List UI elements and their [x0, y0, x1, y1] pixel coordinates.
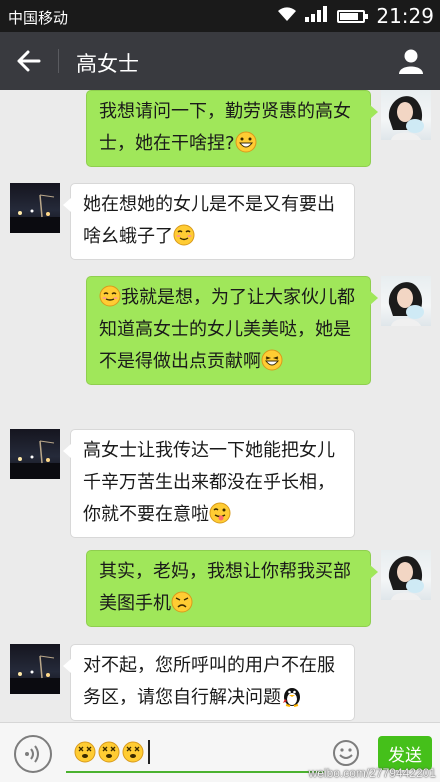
my-avatar[interactable] — [381, 276, 431, 326]
smiley-icon — [333, 740, 359, 766]
back-arrow-icon — [17, 50, 41, 72]
person-icon — [399, 49, 423, 74]
text-caret — [148, 740, 150, 764]
dizzy-emoji-icon — [98, 741, 120, 763]
voice-icon — [25, 745, 39, 763]
message-bubble-sent[interactable]: 其实，老妈，我想让你帮我买部美图手机 — [86, 550, 378, 627]
contact-info-button[interactable] — [390, 40, 432, 82]
smiling-emoji-icon — [99, 285, 121, 307]
signal-icon — [304, 6, 330, 26]
message-text: 其实，老妈，我想让你帮我买部美图手机 — [99, 561, 351, 614]
wifi-icon — [277, 6, 297, 26]
message-input[interactable] — [66, 733, 324, 773]
contact-avatar[interactable] — [10, 644, 60, 694]
emoji-picker-button[interactable] — [330, 737, 362, 769]
back-button[interactable] — [0, 32, 58, 90]
dizzy-emoji-icon — [74, 741, 96, 763]
sad-emoji-icon — [171, 591, 193, 613]
message-text: 她在想她的女儿是不是又有要出啥幺蛾子了 — [83, 194, 335, 247]
contact-avatar[interactable] — [10, 183, 60, 233]
chat-title: 高女士 — [76, 52, 139, 76]
message-text: 我想请问一下，勤劳贤惠的高女士，她在干啥捏? — [99, 101, 351, 154]
my-avatar[interactable] — [381, 550, 431, 600]
my-avatar[interactable] — [381, 90, 431, 140]
message-bubble-received[interactable]: 对不起，您所呼叫的用户不在服务区，请您自行解决问题 — [63, 644, 355, 721]
message-list[interactable]: 我想请问一下，勤劳贤惠的高女士，她在干啥捏? 她在想她的女儿是不是又有要出啥幺蛾… — [0, 90, 440, 722]
battery-level — [340, 12, 359, 20]
contact-avatar[interactable] — [10, 429, 60, 479]
laughing-emoji-icon — [261, 349, 283, 371]
status-icons: 21:29 — [277, 4, 434, 28]
dizzy-emoji-icon — [122, 741, 144, 763]
message-bubble-sent[interactable]: 我就是想，为了让大家伙儿都知道高女士的女儿美美哒，她是不是得做出点贡献啊 — [86, 276, 378, 385]
message-text: 我就是想，为了让大家伙儿都知道高女士的女儿美美哒，她是不是得做出点贡献啊 — [99, 287, 355, 372]
message-bubble-sent[interactable]: 我想请问一下，勤劳贤惠的高女士，她在干啥捏? — [86, 90, 378, 167]
message-bubble-received[interactable]: 高女士让我传达一下她能把女儿千辛万苦生出来都没在乎长相，你就不要在意啦 — [63, 429, 355, 538]
status-bar: 中国移动 21:29 — [0, 0, 440, 32]
battery-icon — [337, 9, 369, 23]
header-divider — [58, 49, 59, 73]
grinning-emoji-icon — [235, 131, 257, 153]
watermark-text: weibo.com/2779442201 — [308, 766, 436, 780]
voice-input-button[interactable] — [14, 735, 52, 773]
penguin-emoji-icon — [281, 685, 303, 707]
tongue-wink-emoji-icon — [209, 502, 231, 524]
carrier-name: 中国移动 — [8, 9, 69, 27]
status-time: 21:29 — [376, 4, 434, 28]
send-button[interactable]: 发送 — [378, 736, 432, 770]
winking-emoji-icon — [173, 224, 195, 246]
chat-header: 高女士 — [0, 32, 440, 90]
message-bubble-received[interactable]: 她在想她的女儿是不是又有要出啥幺蛾子了 — [63, 183, 355, 260]
input-bar: 发送 weibo.com/2779442201 — [0, 722, 440, 782]
